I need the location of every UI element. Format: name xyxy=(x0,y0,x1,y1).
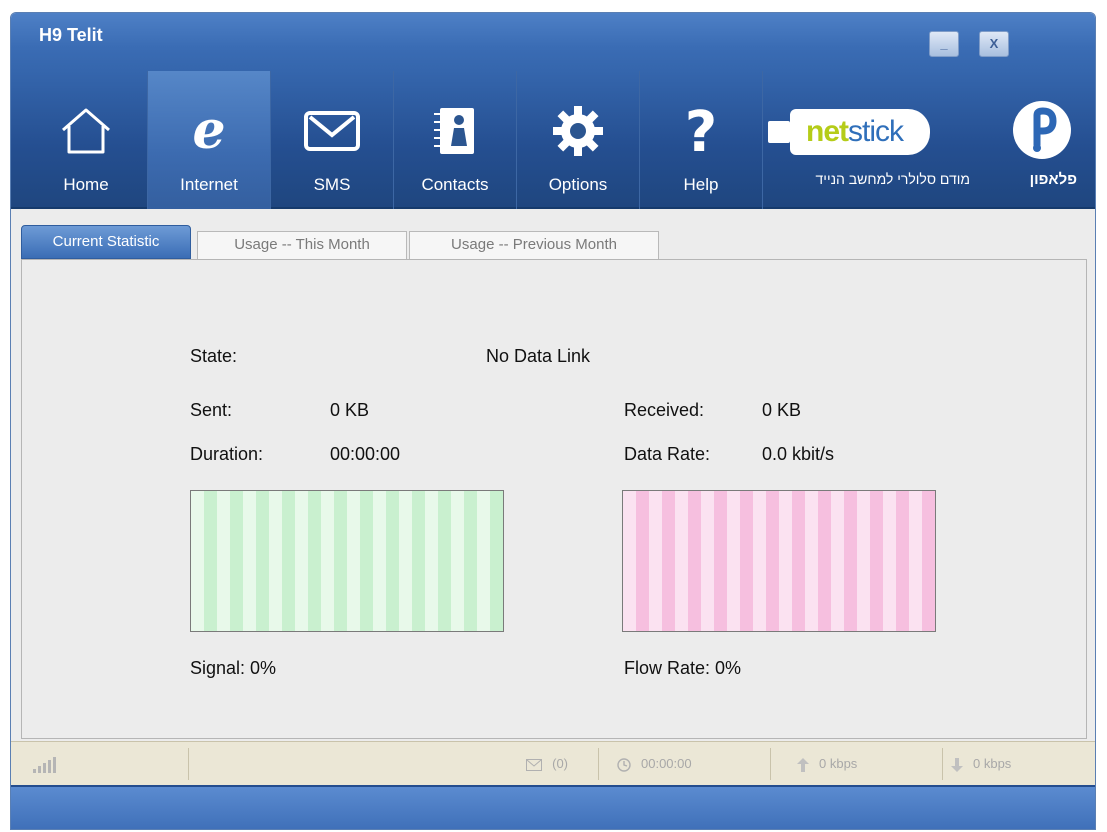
sms-count: (0) xyxy=(552,756,568,771)
download-rate: 0 kbps xyxy=(973,756,1012,771)
tab-usage-this-month[interactable]: Usage -- This Month xyxy=(197,231,407,259)
data-rate-value: 0.0 kbit/s xyxy=(762,444,835,464)
toolbar-help-label: Help xyxy=(683,175,719,194)
toolbar-home-button[interactable]: Home xyxy=(25,71,148,209)
brand-area: netstick מודם סלולרי למחשב הנייד פלאפון xyxy=(750,71,1095,209)
toolbar-internet-button[interactable]: e Internet xyxy=(148,71,271,209)
envelope-icon xyxy=(271,101,393,161)
window-title: H9 Telit xyxy=(39,25,103,45)
brand-tagline: מודם סלולרי למחשב הנייד xyxy=(815,171,970,187)
envelope-icon xyxy=(526,758,543,771)
svg-text:e: e xyxy=(192,104,225,158)
upload-rate: 0 kbps xyxy=(819,756,858,771)
toolbar-options-button[interactable]: Options xyxy=(517,71,640,209)
address-book-icon xyxy=(394,101,516,161)
signal-text: Signal: 0% xyxy=(190,658,277,678)
pelephone-logo xyxy=(1003,101,1081,167)
app-window: H9 Telit _ X Home e Internet SMS Contact… xyxy=(10,12,1096,830)
toolbar-sms-button[interactable]: SMS xyxy=(271,71,394,209)
title-bar: H9 Telit _ X xyxy=(11,13,1095,71)
toolbar-sms-label: SMS xyxy=(313,175,351,194)
toolbar-home-label: Home xyxy=(63,175,109,194)
minimize-button[interactable]: _ xyxy=(929,31,959,57)
sms-count-segment: (0) xyxy=(189,748,599,780)
toolbar-options-label: Options xyxy=(548,175,608,194)
question-mark-icon: ? xyxy=(640,101,762,161)
netstick-logo: netstick xyxy=(790,109,930,155)
toolbar-contacts-button[interactable]: Contacts xyxy=(394,71,517,209)
close-button[interactable]: X xyxy=(979,31,1009,57)
toolbar-contacts-label: Contacts xyxy=(421,175,489,194)
received-value: 0 KB xyxy=(762,400,802,420)
signal-strength-segment xyxy=(23,748,189,780)
state-label: State: xyxy=(190,346,238,366)
pelephone-text: פלאפון xyxy=(1029,171,1077,188)
duration-value: 00:00:00 xyxy=(330,444,401,464)
flow-rate-text: Flow Rate: 0% xyxy=(624,658,742,678)
flow-rate-graph xyxy=(622,490,936,632)
clock-icon xyxy=(617,757,631,772)
received-label: Received: xyxy=(624,400,705,420)
main-toolbar: Home e Internet SMS Contacts Options ? H… xyxy=(11,71,1095,209)
upload-rate-segment: 0 kbps xyxy=(771,748,943,780)
house-icon xyxy=(25,101,147,161)
upload-arrow-icon xyxy=(797,757,809,772)
duration-label: Duration: xyxy=(190,444,264,464)
toolbar-help-button[interactable]: ? Help xyxy=(640,71,763,209)
connection-time: 00:00:00 xyxy=(641,756,692,771)
signal-graph xyxy=(190,490,504,632)
bottom-bar xyxy=(11,785,1095,829)
status-bar: (0) 00:00:00 0 kbps 0 kbps xyxy=(11,741,1095,785)
signal-bars-icon xyxy=(33,756,56,773)
connection-time-segment: 00:00:00 xyxy=(599,748,771,780)
download-rate-segment: 0 kbps xyxy=(943,748,1095,780)
download-arrow-icon xyxy=(951,757,963,772)
tab-current-statistic[interactable]: Current Statistic xyxy=(21,225,191,259)
state-value: No Data Link xyxy=(486,346,591,366)
gear-icon xyxy=(517,101,639,161)
data-rate-label: Data Rate: xyxy=(624,444,711,464)
usb-plug-icon xyxy=(768,121,790,143)
svg-text:?: ? xyxy=(685,103,717,159)
statistics-panel: State: No Data Link Sent: 0 KB Received:… xyxy=(21,259,1087,739)
sent-label: Sent: xyxy=(190,400,233,420)
tab-usage-previous-month[interactable]: Usage -- Previous Month xyxy=(409,231,659,259)
sent-value: 0 KB xyxy=(330,400,370,420)
internet-e-icon: e xyxy=(148,101,270,161)
toolbar-internet-label: Internet xyxy=(180,175,238,194)
